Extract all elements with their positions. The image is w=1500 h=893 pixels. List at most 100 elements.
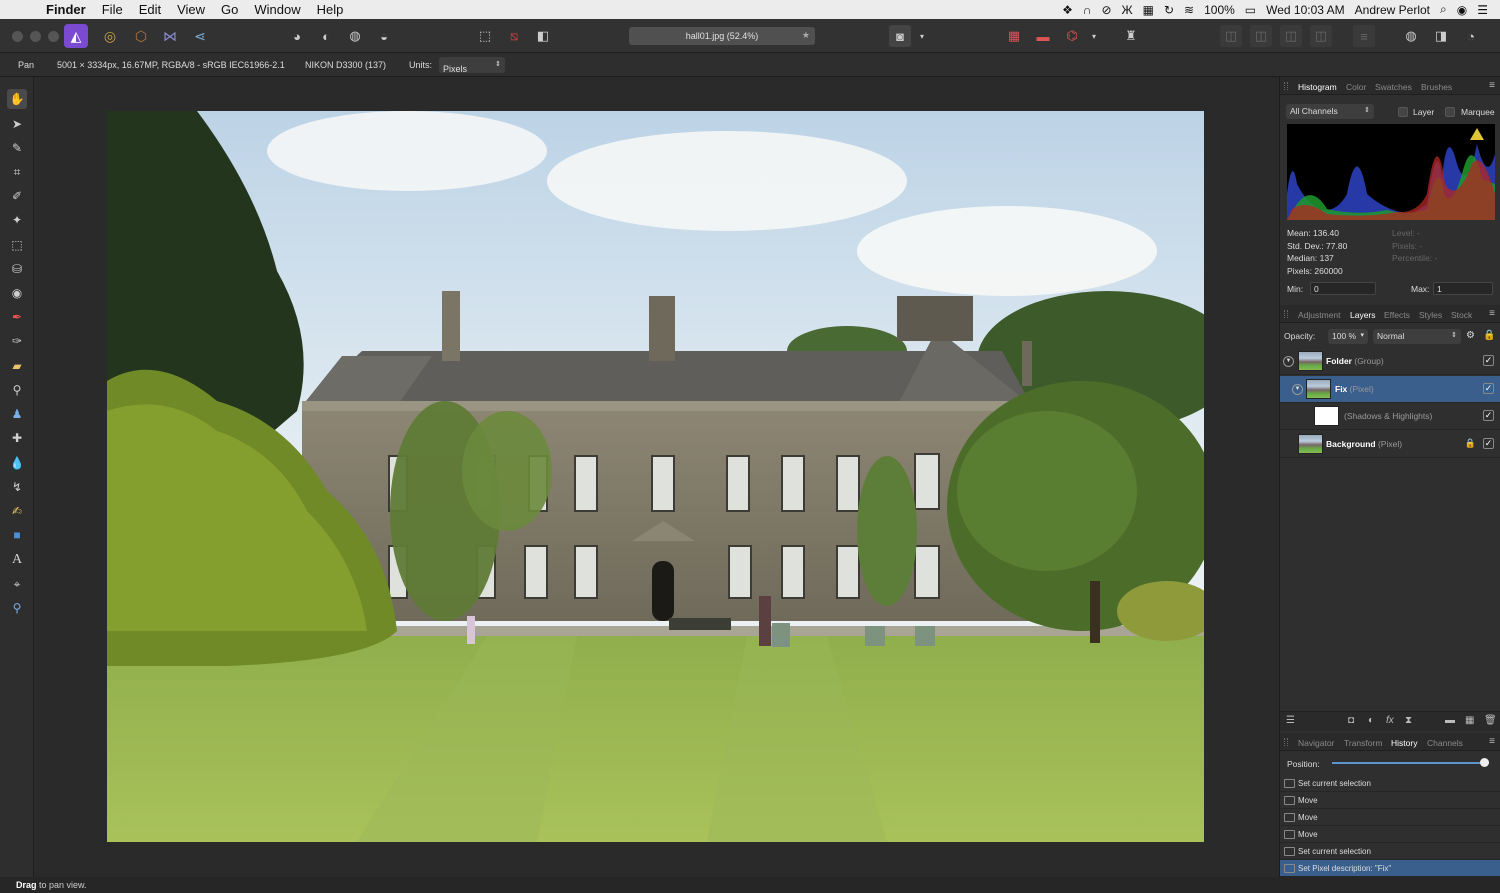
layer-settings-icon[interactable]: ⚙ [1466, 330, 1475, 341]
max-input[interactable]: 1 [1433, 282, 1493, 295]
menu-clock[interactable]: Wed 10:03 AM [1266, 3, 1345, 17]
arrange-backward-icon[interactable]: ◫ [1250, 25, 1272, 47]
flood-select-tool-icon[interactable]: ✦ [7, 210, 27, 230]
canvas-area[interactable] [35, 77, 1278, 877]
opacity-select[interactable]: 100 % ▾ [1328, 329, 1368, 344]
snapping-dropdown-icon[interactable]: ▾ [1083, 25, 1105, 47]
group-folder-icon[interactable]: ▬ [1445, 715, 1455, 726]
deselect-icon[interactable]: ⧅ [503, 25, 525, 47]
arrange-forward-icon[interactable]: ◫ [1280, 25, 1302, 47]
gradient-tool-icon[interactable]: ◉ [7, 283, 27, 303]
menu-file[interactable]: File [102, 2, 123, 17]
menu-app-name[interactable]: Finder [46, 2, 86, 17]
adjustment-layer-icon[interactable]: ◐ [1368, 715, 1374, 726]
panel-grip-icon[interactable] [1284, 310, 1288, 318]
photo-persona-icon[interactable]: ◭ [64, 24, 88, 48]
select-all-icon[interactable]: ⬚ [474, 25, 496, 47]
tab-histogram[interactable]: Histogram [1298, 82, 1337, 92]
calendar-icon[interactable]: ▦ [1143, 3, 1154, 17]
dodge-tool-icon[interactable]: ⚲ [7, 380, 27, 400]
paint-brush-tool-icon[interactable]: ✒ [7, 307, 27, 327]
tab-color[interactable]: Color [1346, 82, 1366, 92]
studio-icon[interactable]: ◨ [1430, 25, 1452, 47]
color-picker-icon[interactable]: ◔ [1460, 25, 1482, 47]
tab-stock[interactable]: Stock [1451, 310, 1472, 320]
auto-levels-icon[interactable]: ◕ [286, 25, 308, 47]
tab-styles[interactable]: Styles [1419, 310, 1442, 320]
arrange-back-icon[interactable]: ◫ [1220, 25, 1242, 47]
menu-help[interactable]: Help [317, 2, 344, 17]
menu-user[interactable]: Andrew Perlot [1355, 3, 1430, 17]
live-filter-icon[interactable]: ⧗ [1405, 715, 1412, 726]
move-tool-icon[interactable]: ➤ [7, 114, 27, 134]
panel-grip-icon[interactable] [1284, 82, 1288, 90]
clone-brush-tool-icon[interactable]: ♟ [7, 404, 27, 424]
assistant-icon[interactable]: ♜ [1120, 25, 1142, 47]
visibility-checkbox[interactable]: ✓ [1483, 355, 1494, 366]
flood-fill-tool-icon[interactable]: ⛁ [7, 259, 27, 279]
marquee-checkbox[interactable] [1445, 107, 1455, 117]
view-flag-icon[interactable]: ▬ [1032, 25, 1054, 47]
zoom-tool-icon[interactable]: ⚲ [7, 598, 27, 618]
invert-selection-icon[interactable]: ◧ [532, 25, 554, 47]
mesh-warp-tool-icon[interactable]: ↯ [7, 477, 27, 497]
units-select[interactable]: Pixels ⇕ [439, 57, 505, 74]
delete-layer-icon[interactable]: 🗑 [1484, 715, 1497, 726]
visibility-checkbox[interactable]: ✓ [1483, 410, 1494, 421]
window-close-button[interactable] [12, 31, 23, 42]
personas-chat-icon[interactable]: ◍ [1400, 25, 1422, 47]
rectangle-tool-icon[interactable]: ■ [7, 525, 27, 545]
panel-grip-icon[interactable] [1284, 738, 1288, 746]
history-item[interactable]: Move [1280, 809, 1500, 826]
do-not-disturb-icon[interactable]: ⊘ [1101, 3, 1111, 17]
snapping-icon[interactable]: ▦ [1003, 25, 1025, 47]
view-tool-icon[interactable]: ⌖ [7, 574, 27, 594]
menu-edit[interactable]: Edit [139, 2, 161, 17]
pan-tool-icon[interactable]: ✋ [7, 89, 27, 109]
menu-view[interactable]: View [177, 2, 205, 17]
marquee-tool-icon[interactable]: ⬚ [7, 235, 27, 255]
layer-row-fix[interactable]: ▼ Fix (Pixel) ✓ [1280, 376, 1500, 403]
tab-history[interactable]: History [1391, 738, 1417, 748]
channel-select[interactable]: All Channels ⇕ [1286, 104, 1374, 119]
healing-brush-tool-icon[interactable]: ✚ [7, 428, 27, 448]
erase-brush-tool-icon[interactable]: ▰ [7, 356, 27, 376]
color-picker-tool-icon[interactable]: ✎ [7, 138, 27, 158]
tab-swatches[interactable]: Swatches [1375, 82, 1412, 92]
history-item[interactable]: Move [1280, 826, 1500, 843]
wifi-icon[interactable]: ≋ [1184, 3, 1194, 17]
tab-brushes[interactable]: Brushes [1421, 82, 1452, 92]
layer-row-folder[interactable]: ▼ Folder (Group) ✓ [1280, 348, 1500, 375]
blur-brush-tool-icon[interactable]: 💧 [7, 453, 27, 473]
mask-layer-icon[interactable]: ◘ [1348, 715, 1354, 726]
panel-menu-icon[interactable]: ≡ [1489, 308, 1495, 319]
tab-layers[interactable]: Layers [1350, 310, 1376, 320]
export-persona-icon[interactable]: ⋖ [188, 24, 212, 48]
spotlight-search-icon[interactable]: ⌕ [1440, 2, 1447, 17]
menu-go[interactable]: Go [221, 2, 238, 17]
panel-menu-icon[interactable]: ≡ [1489, 80, 1495, 91]
arrange-front-icon[interactable]: ◫ [1310, 25, 1332, 47]
tab-transform[interactable]: Transform [1344, 738, 1382, 748]
window-minimize-button[interactable] [30, 31, 41, 42]
auto-colors-icon[interactable]: ◍ [344, 25, 366, 47]
crop-tool-icon[interactable]: ⌗ [7, 162, 27, 182]
favorite-star-icon[interactable]: ★ [802, 30, 810, 41]
pen-tool-icon[interactable]: ✍ [7, 501, 27, 521]
window-zoom-button[interactable] [48, 31, 59, 42]
history-item[interactable]: Move [1280, 792, 1500, 809]
tab-effects[interactable]: Effects [1384, 310, 1410, 320]
expand-toggle-icon[interactable]: ▼ [1292, 384, 1303, 395]
tab-navigator[interactable]: Navigator [1298, 738, 1334, 748]
lock-icon[interactable]: 🔒 [1483, 330, 1495, 341]
panel-menu-icon[interactable]: ≡ [1489, 736, 1495, 747]
dropbox-icon[interactable]: ❖ [1062, 3, 1073, 17]
expand-toggle-icon[interactable]: ▼ [1283, 356, 1294, 367]
tone-mapping-persona-icon[interactable]: ⋈ [158, 24, 182, 48]
time-machine-icon[interactable]: ↻ [1164, 3, 1174, 17]
photo-canvas[interactable] [107, 111, 1204, 842]
layer-row-shadows-highlights[interactable]: (Shadows & Highlights) ✓ [1280, 403, 1500, 430]
document-tab[interactable]: hall01.jpg (52.4%) ★ [629, 27, 815, 45]
menu-window[interactable]: Window [254, 2, 300, 17]
notification-center-icon[interactable]: ☰ [1477, 3, 1488, 17]
